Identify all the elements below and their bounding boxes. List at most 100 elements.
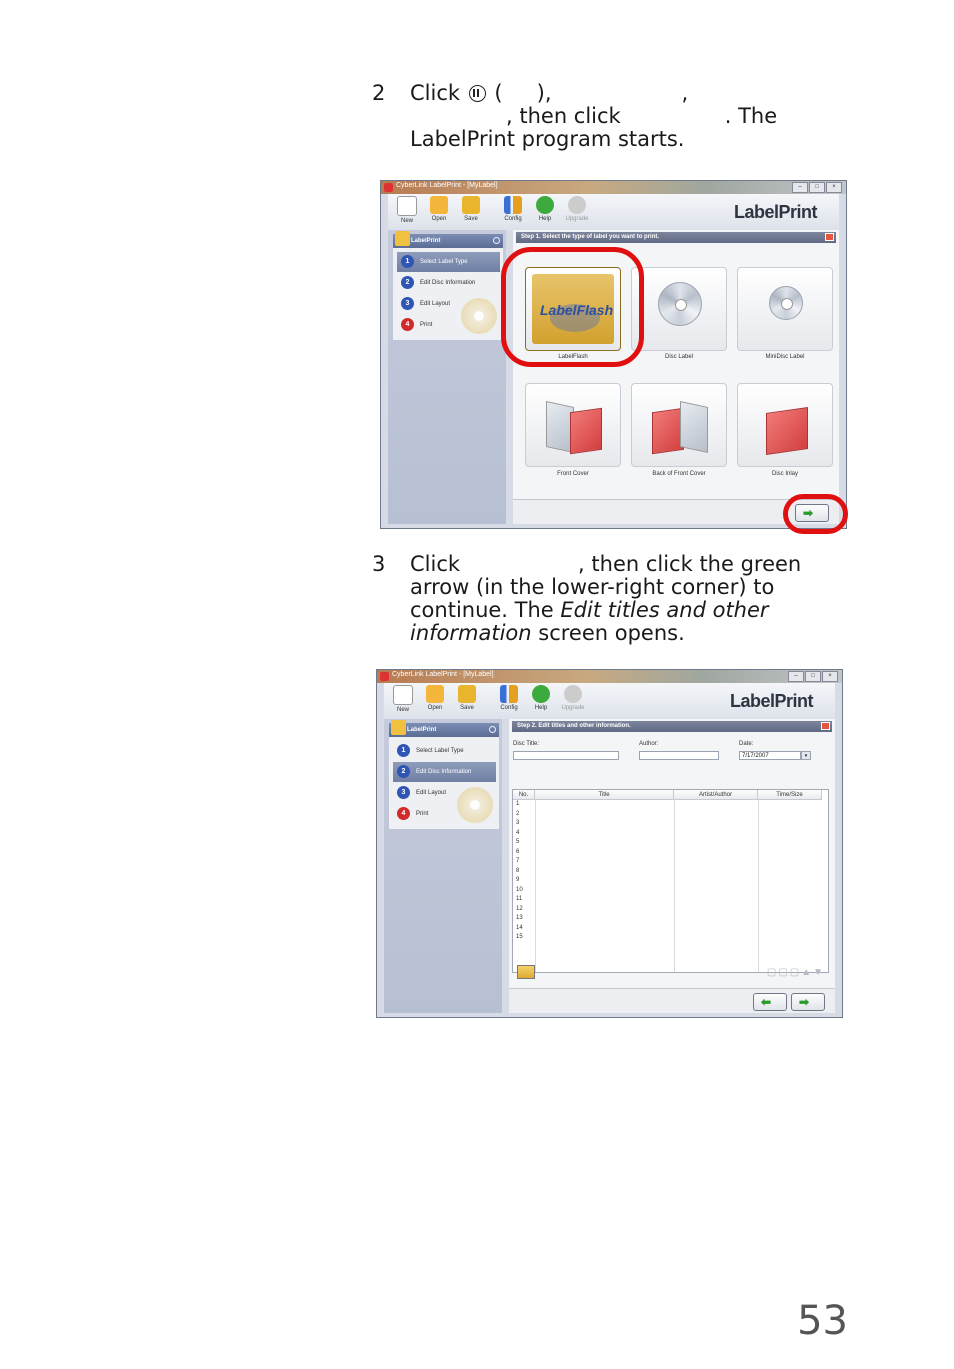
tile-caption: Back of Front Cover [652, 471, 706, 477]
step-line: Click (),, [410, 81, 689, 105]
close-icon[interactable] [821, 722, 830, 730]
tile-back-of-front-cover[interactable] [631, 383, 727, 467]
new-button[interactable]: New [390, 685, 416, 713]
tile-caption: Disc Label [664, 354, 693, 360]
minimize-icon[interactable]: – [788, 671, 804, 682]
save-button[interactable]: Save [458, 196, 484, 222]
table-row[interactable]: 6 [513, 848, 535, 858]
date-input[interactable]: 7/17/2007 [739, 751, 801, 760]
column-header-no: No. [513, 790, 535, 800]
author-input[interactable] [639, 751, 719, 760]
disc-inlay-icon [758, 400, 814, 455]
step-line: LabelPrint program starts. [410, 127, 685, 151]
close-icon[interactable]: × [826, 182, 842, 193]
table-row[interactable]: 11 [513, 895, 535, 905]
table-tools-icons[interactable]: ▢▢▢▲▼ [767, 967, 825, 978]
table-row[interactable]: 14 [513, 924, 535, 934]
new-button[interactable]: New [394, 196, 420, 224]
help-button[interactable]: Help [528, 685, 554, 711]
new-document-icon [397, 196, 417, 216]
sidebar-steps: 1 Select Label Type 2 Edit Disc Informatio… [393, 248, 503, 340]
table-row[interactable]: 8 [513, 867, 535, 877]
table-row[interactable]: 15 [513, 933, 535, 943]
table-row[interactable]: 5 [513, 838, 535, 848]
step-number-icon: 3 [397, 786, 410, 799]
step-number: 3 [372, 552, 386, 576]
step-text: Click, then click the green arrow (in th… [410, 553, 801, 645]
tile-disc-label[interactable] [631, 267, 727, 351]
upgrade-button[interactable]: Upgrade [564, 196, 590, 222]
step-text: Click (),, , then click. The LabelPrint … [410, 82, 777, 151]
step-line: information screen opens. [410, 621, 685, 645]
collapse-icon[interactable] [489, 726, 496, 733]
track-table: No. Title Artist/Author Time/Size 1 2 3 … [512, 789, 829, 973]
row-numbers: 1 2 3 4 5 6 7 8 9 10 11 12 13 14 15 [513, 800, 535, 943]
sidebar-item-select-label-type[interactable]: 1 Select Label Type [397, 252, 500, 272]
disc-title-label: Disc Title: [513, 741, 540, 747]
labelprint-icon [395, 231, 410, 246]
sidebar-item-edit-disc-information[interactable]: 2 Edit Disc Information [397, 273, 500, 293]
upgrade-disc-icon [564, 685, 582, 703]
step-3: 3 Click, then click the green arrow (in … [372, 553, 842, 649]
table-row[interactable]: 13 [513, 914, 535, 924]
brand-title: LabelPrint [729, 691, 814, 711]
app-icon [384, 183, 393, 192]
disc-art-icon [457, 787, 493, 823]
sidebar-item-select-label-type[interactable]: 1 Select Label Type [393, 741, 496, 761]
config-button[interactable]: Config [500, 196, 526, 222]
floppy-icon [458, 685, 476, 703]
tile-caption: Disc Inlay [771, 471, 798, 477]
close-icon[interactable]: × [822, 671, 838, 682]
floppy-icon [462, 196, 480, 214]
window-title: CyberLink LabelPrint - [MyLabel] [396, 182, 498, 189]
close-icon[interactable] [825, 233, 834, 241]
step-header: Step 2. Edit titles and other informatio… [512, 721, 832, 732]
table-row[interactable]: 1 [513, 800, 535, 810]
folder-icon [430, 196, 448, 214]
tile-caption: Front Cover [557, 471, 589, 477]
tools-icon [504, 196, 522, 214]
help-icon [536, 196, 554, 214]
sidebar-item-edit-disc-information[interactable]: 2 Edit Disc Information [393, 762, 496, 782]
help-button[interactable]: Help [532, 196, 558, 222]
green-right-arrow-icon: ➡ [799, 995, 810, 1009]
collapse-icon[interactable] [493, 237, 500, 244]
step-number: 2 [372, 81, 386, 105]
step-line: , then click. The [506, 104, 778, 128]
minimize-icon[interactable]: – [792, 182, 808, 193]
column-header-title: Title [535, 790, 674, 800]
table-row[interactable]: 2 [513, 810, 535, 820]
green-left-arrow-icon: ⬅ [761, 995, 772, 1009]
tile-disc-inlay[interactable] [737, 383, 833, 467]
step-number-icon: 4 [401, 318, 414, 331]
maximize-icon[interactable]: □ [809, 182, 825, 193]
table-row[interactable]: 4 [513, 829, 535, 839]
title-bar: CyberLink LabelPrint - [MyLabel] – □ × [377, 670, 842, 683]
tile-minidisc-label[interactable] [737, 267, 833, 351]
toolbar: New Open Save Config Help Upgrade LabelP… [388, 194, 839, 230]
config-button[interactable]: Config [496, 685, 522, 711]
window-controls: – □ × [792, 182, 842, 193]
upgrade-button[interactable]: Upgrade [560, 685, 586, 711]
title-bar: CyberLink LabelPrint - [MyLabel] – □ × [381, 181, 846, 194]
import-folder-icon[interactable] [517, 965, 535, 979]
calendar-dropdown-icon[interactable]: ▾ [801, 751, 811, 760]
tile-front-cover[interactable] [525, 383, 621, 467]
bottom-bar: ⬅ ➡ [509, 988, 835, 1013]
save-button[interactable]: Save [454, 685, 480, 711]
minidisc-icon [769, 286, 803, 320]
disc-title-input[interactable] [513, 751, 619, 760]
table-row[interactable]: 3 [513, 819, 535, 829]
table-row[interactable]: 10 [513, 886, 535, 896]
back-button[interactable]: ⬅ [753, 993, 787, 1011]
table-row[interactable]: 7 [513, 857, 535, 867]
next-button[interactable]: ➡ [791, 993, 825, 1011]
step-number-icon: 1 [397, 744, 410, 757]
open-button[interactable]: Open [422, 685, 448, 711]
table-row[interactable]: 9 [513, 876, 535, 886]
main-panel: Step 2. Edit titles and other informatio… [509, 719, 835, 1013]
table-row[interactable]: 12 [513, 905, 535, 915]
brand-title: LabelPrint [733, 202, 818, 222]
open-button[interactable]: Open [426, 196, 452, 222]
maximize-icon[interactable]: □ [805, 671, 821, 682]
